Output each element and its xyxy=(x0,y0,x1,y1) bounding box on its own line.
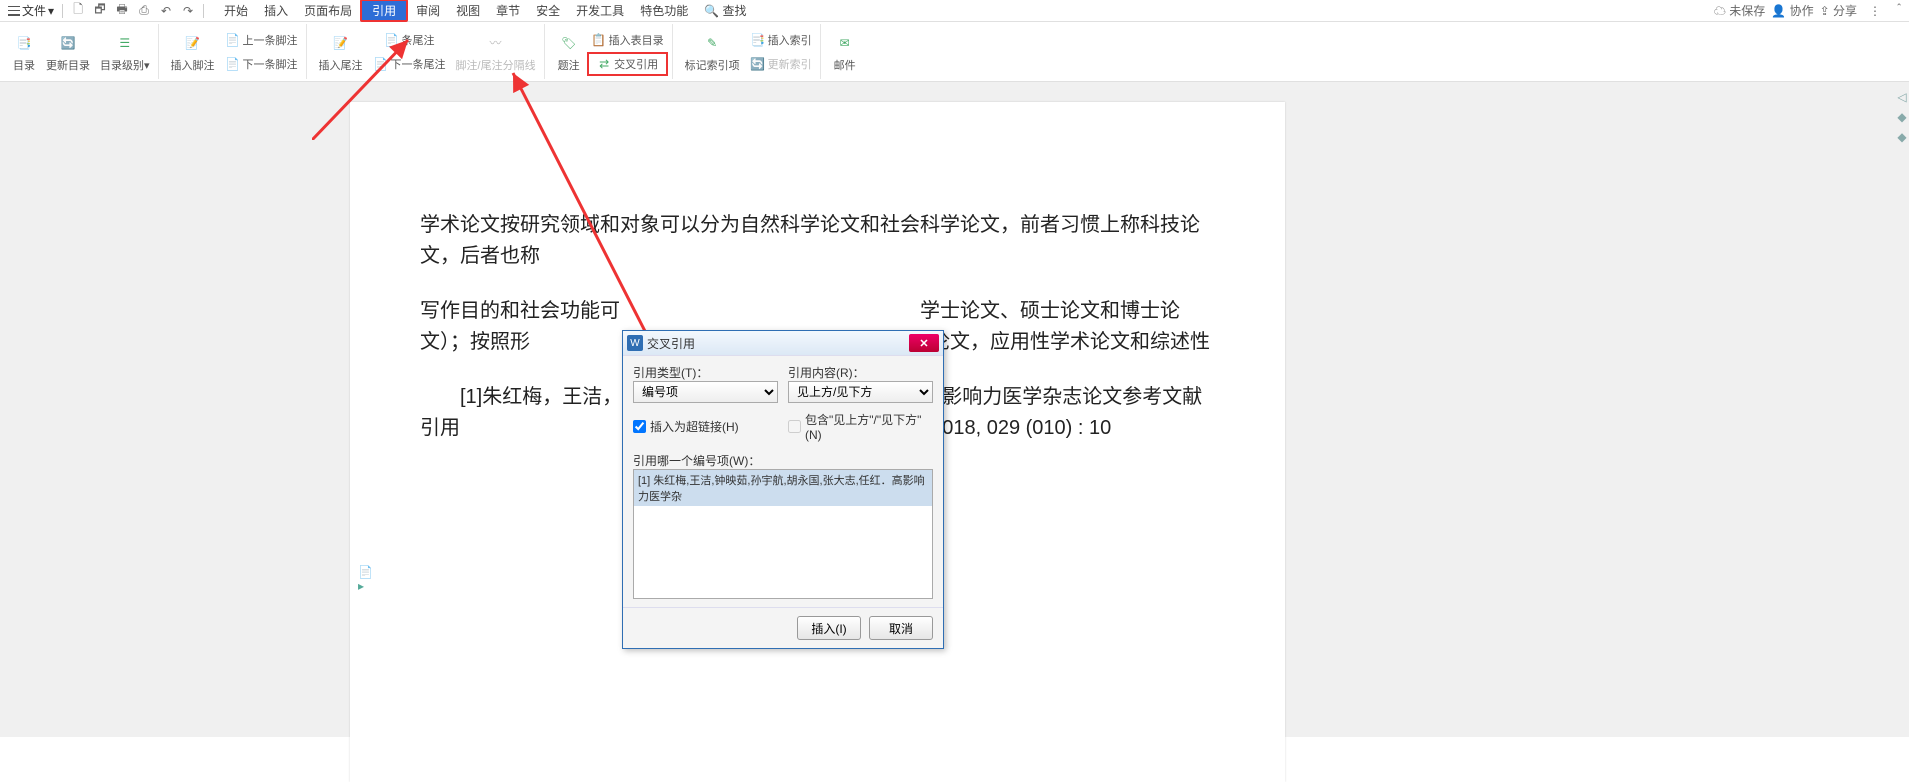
cancel-button[interactable]: 取消 xyxy=(869,616,933,640)
ribbon-tabs: 开始 插入 页面布局 引用 审阅 视图 章节 安全 开发工具 特色功能 🔍 查找 xyxy=(216,0,754,22)
update-toc-button[interactable]: 🔄更新目录 xyxy=(42,29,94,75)
paragraph[interactable]: 学术论文按研究领域和对象可以分为自然科学论文和社会科学论文，前者习惯上称科技论文… xyxy=(420,210,1215,272)
mail-button[interactable]: ✉邮件 xyxy=(829,29,861,75)
group-endnote: 📝插入尾注 📄条尾注 📄下一条尾注 〰脚注/尾注分隔线 xyxy=(311,24,545,79)
tab-review[interactable]: 审阅 xyxy=(408,0,448,21)
more-icon[interactable]: ⋮ xyxy=(1863,4,1887,18)
insert-index-button[interactable]: 📑插入索引 xyxy=(746,28,816,52)
hamburger-icon xyxy=(8,6,20,16)
tab-dev-tools[interactable]: 开发工具 xyxy=(568,0,632,21)
group-mail: ✉邮件 xyxy=(825,24,865,79)
paragraph-mark-icon: 📄 ▸ xyxy=(358,565,372,579)
caption-button[interactable]: 🏷题注 xyxy=(553,29,585,75)
unsaved-status[interactable]: ☁ 未保存 xyxy=(1714,2,1765,19)
tool-icon[interactable]: ◆ xyxy=(1897,130,1906,144)
mark-index-button[interactable]: ✎标记索引项 xyxy=(681,29,744,75)
tab-references[interactable]: 引用 xyxy=(360,0,408,22)
preview-icon[interactable]: ⎙ xyxy=(135,3,153,19)
update-index-button[interactable]: 🔄更新索引 xyxy=(746,52,816,76)
find-label: 查找 xyxy=(723,4,747,18)
undo-icon[interactable]: ↶ xyxy=(157,3,175,19)
include-above-label: 包含"见上方"/"见下方"(N) xyxy=(805,411,933,442)
dialog-buttons: 插入(I) 取消 xyxy=(623,607,943,648)
toc-level-button[interactable]: ☰目录级别▾ xyxy=(96,29,154,75)
search-icon: 🔍 xyxy=(704,4,719,18)
hyperlink-label: 插入为超链接(H) xyxy=(650,418,739,435)
redo-icon[interactable]: ↷ xyxy=(179,3,197,19)
prev-footnote-button[interactable]: 📄上一条脚注 xyxy=(221,28,302,52)
new-icon[interactable]: 🗋 xyxy=(69,3,87,19)
file-menu[interactable]: 文件 ▾ xyxy=(4,2,58,19)
dialog-titlebar[interactable]: W 交叉引用 ✕ xyxy=(623,331,943,355)
side-toolbar: ◁ ◆ ◆ xyxy=(1895,82,1909,737)
tab-page-layout[interactable]: 页面布局 xyxy=(296,0,360,21)
document-area: 学术论文按研究领域和对象可以分为自然科学论文和社会科学论文，前者习惯上称科技论文… xyxy=(0,82,1909,737)
topbar: 文件 ▾ 🗋 🗗 🖶 ⎙ ↶ ↷ 开始 插入 页面布局 引用 审阅 视图 章节 … xyxy=(0,0,1909,22)
list-item[interactable]: [1] 朱红梅,王洁,钟映茹,孙宇航,胡永国,张大志,任红．高影响力医学杂 xyxy=(634,470,932,506)
dialog-title: 交叉引用 xyxy=(647,335,695,352)
reference-type-select[interactable]: 编号项 xyxy=(633,381,778,403)
include-above-below-checkbox xyxy=(788,420,801,433)
collaborate-button[interactable]: 👤 协作 xyxy=(1771,2,1813,19)
group-footnote: 📝插入脚注 📄上一条脚注 📄下一条脚注 xyxy=(163,24,307,79)
ribbon: 📑目录 🔄更新目录 ☰目录级别▾ 📝插入脚注 📄上一条脚注 📄下一条脚注 📝插入… xyxy=(0,22,1909,82)
tab-security[interactable]: 安全 xyxy=(528,0,568,21)
cross-reference-button[interactable]: ⇄交叉引用 xyxy=(587,52,668,76)
tab-view[interactable]: 视图 xyxy=(448,0,488,21)
topbar-right: ☁ 未保存 👤 协作 ⇪ 分享 ⋮ ＾ xyxy=(1714,2,1905,19)
group-caption: 🏷题注 📋插入表目录 ⇄交叉引用 xyxy=(549,24,673,79)
insert-button[interactable]: 插入(I) xyxy=(797,616,861,640)
insert-as-hyperlink-checkbox[interactable] xyxy=(633,420,646,433)
tab-start[interactable]: 开始 xyxy=(216,0,256,21)
tab-special[interactable]: 特色功能 xyxy=(632,0,696,21)
cross-reference-dialog: W 交叉引用 ✕ 引用类型(T)： 编号项 引用内容(R)： 见上方/见下方 xyxy=(622,330,944,649)
close-button[interactable]: ✕ xyxy=(909,334,939,352)
reference-content-select[interactable]: 见上方/见下方 xyxy=(788,381,933,403)
expand-icon[interactable]: ＾ xyxy=(1893,2,1905,19)
tab-insert[interactable]: 插入 xyxy=(256,0,296,21)
print-icon[interactable]: 🖶 xyxy=(113,3,131,19)
which-item-label: 引用哪一个编号项(W)： xyxy=(633,454,760,468)
find-button[interactable]: 🔍 查找 xyxy=(696,0,754,21)
insert-footnote-button[interactable]: 📝插入脚注 xyxy=(167,29,219,75)
tool-icon[interactable]: ◆ xyxy=(1897,110,1906,124)
insert-figure-toc-button[interactable]: 📋插入表目录 xyxy=(587,28,668,52)
next-endnote-button[interactable]: 📄下一条尾注 xyxy=(369,52,450,76)
dialog-body: 引用类型(T)： 编号项 引用内容(R)： 见上方/见下方 插入为超链接(H) xyxy=(623,355,943,607)
divider xyxy=(62,4,63,18)
open-icon[interactable]: 🗗 xyxy=(91,3,109,19)
prev-endnote-button[interactable]: 📄条尾注 xyxy=(369,28,450,52)
ref-type-label: 引用类型(T)： xyxy=(633,366,708,380)
next-footnote-button[interactable]: 📄下一条脚注 xyxy=(221,52,302,76)
file-label: 文件 xyxy=(22,2,46,19)
divider xyxy=(203,4,204,18)
tab-chapter[interactable]: 章节 xyxy=(488,0,528,21)
insert-endnote-button[interactable]: 📝插入尾注 xyxy=(315,29,367,75)
wps-icon: W xyxy=(627,335,643,351)
ref-content-label: 引用内容(R)： xyxy=(788,366,865,380)
group-index: ✎标记索引项 📑插入索引 🔄更新索引 xyxy=(677,24,821,79)
expand-panel-icon[interactable]: ◁ xyxy=(1897,90,1906,104)
footnote-separator-button[interactable]: 〰脚注/尾注分隔线 xyxy=(452,29,540,75)
chevron-down-icon: ▾ xyxy=(48,4,54,18)
numbered-items-listbox[interactable]: [1] 朱红梅,王洁,钟映茹,孙宇航,胡永国,张大志,任红．高影响力医学杂 xyxy=(633,469,933,599)
group-toc: 📑目录 🔄更新目录 ☰目录级别▾ xyxy=(4,24,159,79)
toc-button[interactable]: 📑目录 xyxy=(8,29,40,75)
share-button[interactable]: ⇪ 分享 xyxy=(1820,2,1857,19)
